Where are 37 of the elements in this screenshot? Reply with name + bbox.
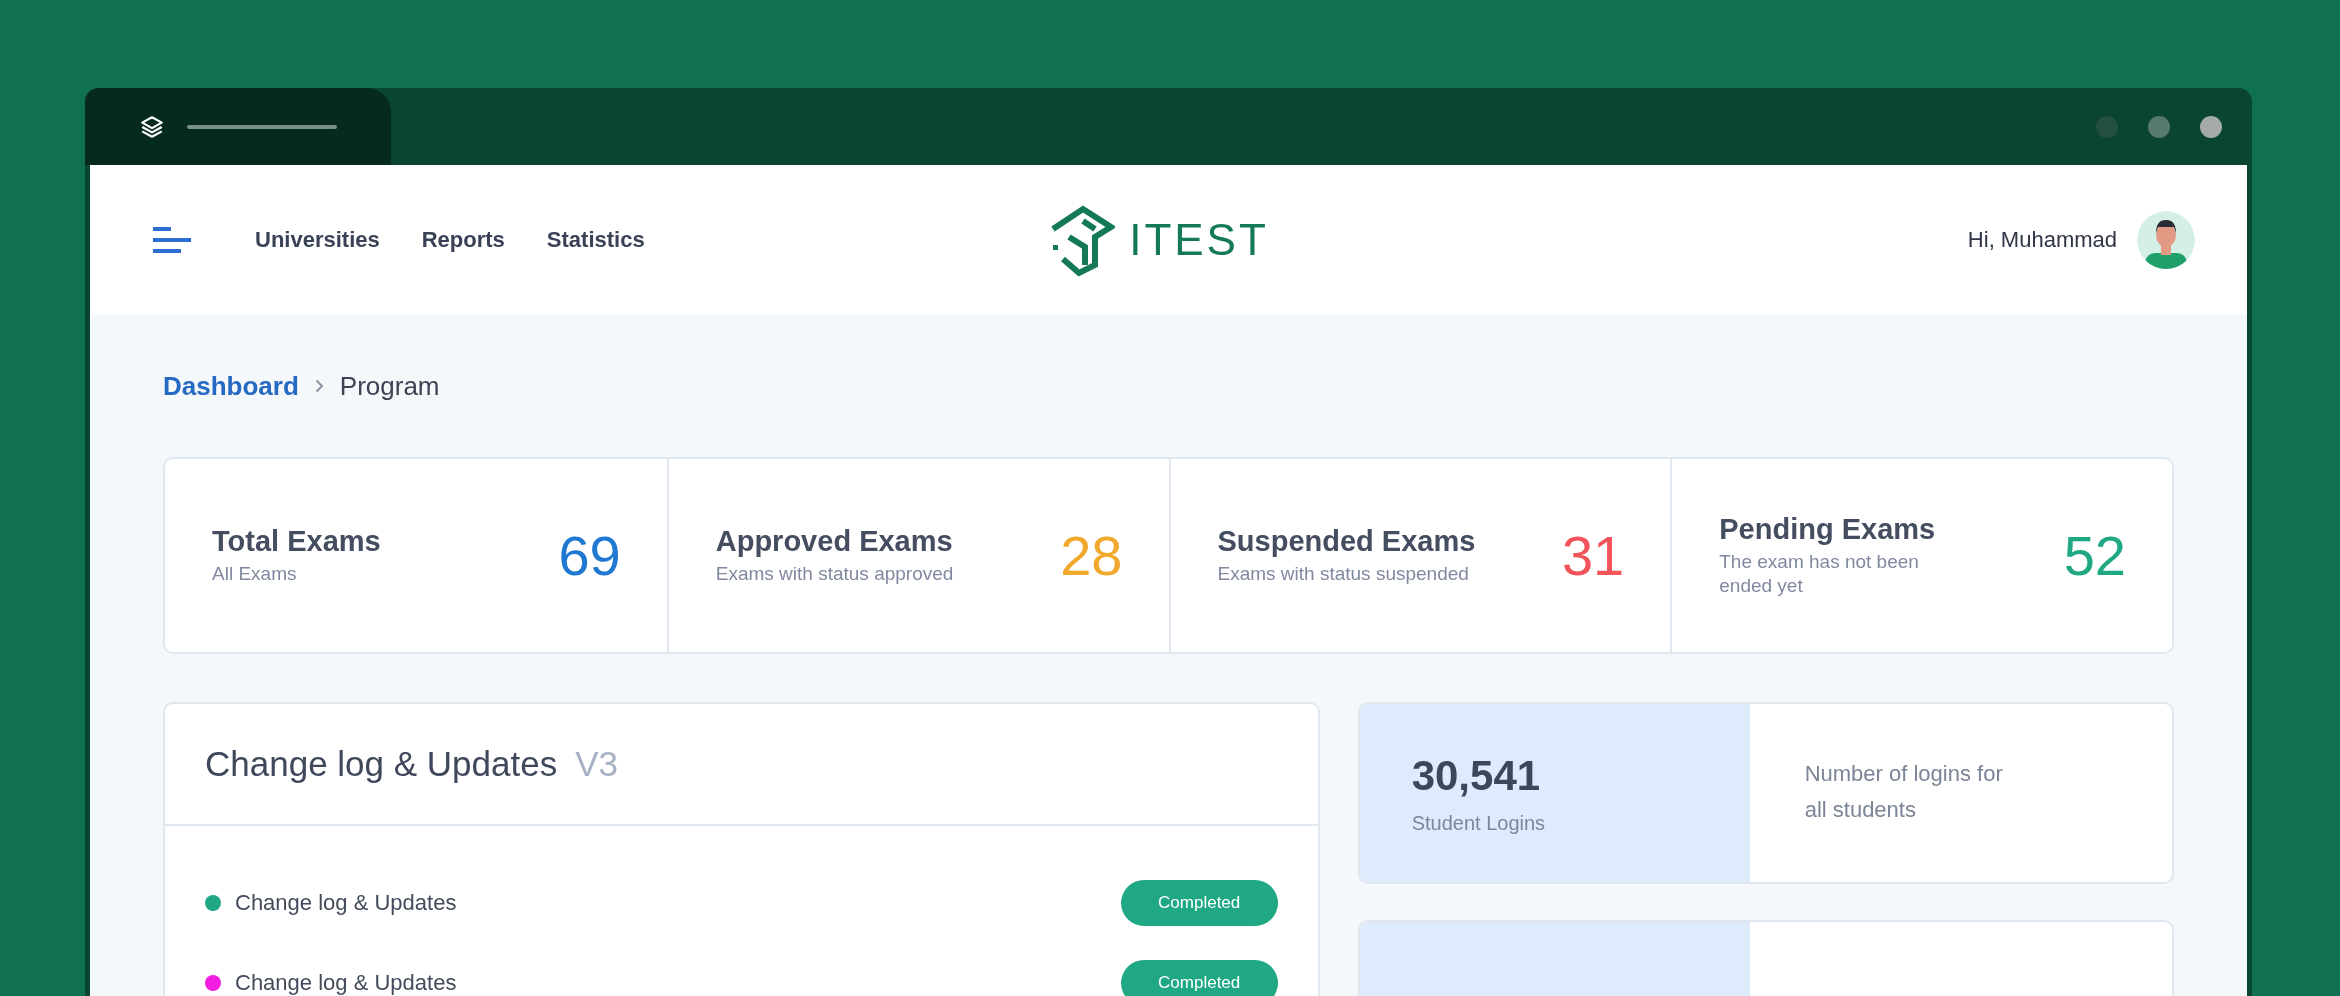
- changelog-item: Change log & Updates: [235, 890, 458, 916]
- avatar-icon[interactable]: [2137, 211, 2195, 269]
- nav-link[interactable]: Reports: [421, 227, 505, 253]
- stat-title: Approved Exams: [715, 525, 954, 559]
- stat-subtitle: Exams with status suspended: [1217, 562, 1470, 586]
- stat-value: 31: [1561, 523, 1625, 588]
- version-label: V3: [575, 744, 618, 784]
- stat-subtitle: All Exams: [212, 562, 298, 586]
- breadcrumb-current: Program: [339, 370, 440, 402]
- window-control-dot[interactable]: [2200, 115, 2222, 138]
- stat-subtitle: Exams with status approved: [715, 562, 954, 586]
- nav-link[interactable]: Universities: [255, 227, 380, 253]
- status-badge: Completed: [1120, 880, 1278, 926]
- stat-title: Total Exams: [212, 525, 381, 559]
- status-badge: Completed: [1120, 960, 1278, 996]
- login-count: 30,541: [1411, 752, 1542, 800]
- user-greeting: Hi, Muhammad: [1967, 227, 2117, 253]
- stat-value: 52: [2063, 523, 2126, 588]
- brand-name: ITEST: [1129, 215, 1269, 265]
- breadcrumb-link[interactable]: Dashboard: [163, 370, 299, 402]
- login-description: Number of logins for all students: [1804, 760, 2004, 824]
- stat-value: 69: [558, 523, 621, 588]
- stat-title: Pending Exams: [1719, 513, 1937, 547]
- browser-tab[interactable]: [85, 88, 391, 165]
- menu-icon[interactable]: [153, 227, 191, 253]
- logo-icon: [1049, 203, 1116, 277]
- card-title: Change log & Updates: [205, 744, 558, 784]
- chevron-icon: [314, 379, 324, 393]
- login-label: Student Logins: [1411, 812, 1547, 835]
- nav-link[interactable]: Statistics: [546, 227, 645, 253]
- window-control-dot[interactable]: [2148, 115, 2170, 138]
- stat-subtitle: The exam has not been ended yet: [1719, 550, 1920, 598]
- stat-title: Suspended Exams: [1217, 525, 1476, 559]
- layers-icon: [139, 113, 165, 140]
- changelog-item: Change log & Updates: [235, 970, 458, 996]
- window-control-dot[interactable]: [2096, 115, 2118, 138]
- stat-value: 28: [1060, 523, 1123, 588]
